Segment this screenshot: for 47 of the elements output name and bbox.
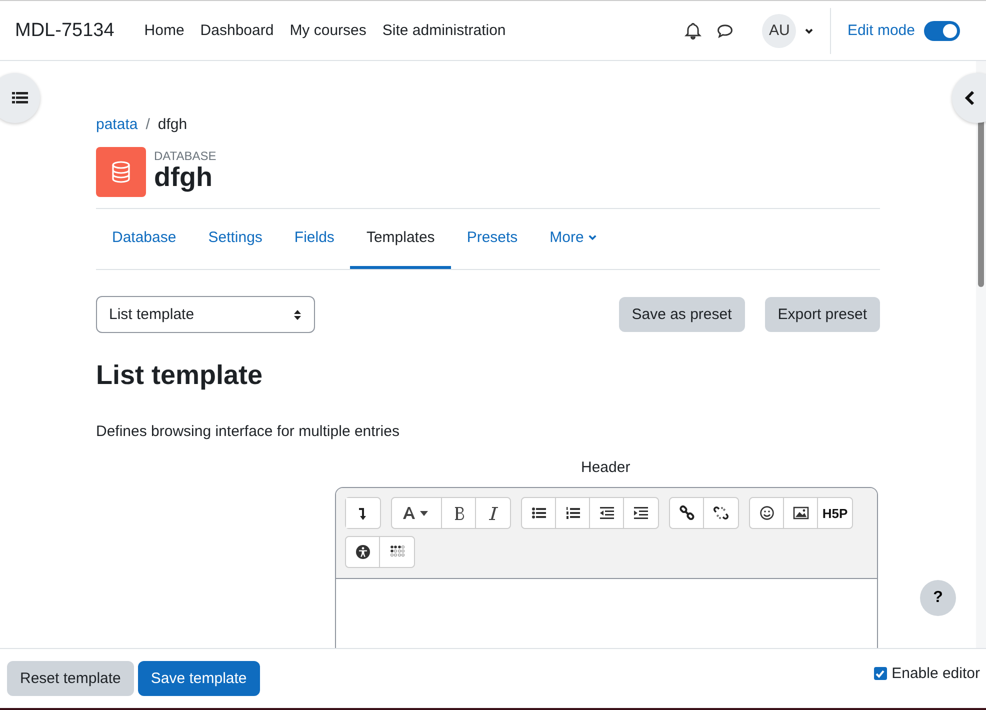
checkbox[interactable] [874, 667, 887, 680]
activity-type: DATABASE [154, 149, 216, 163]
link-icon [678, 505, 694, 521]
tab[interactable]: Database [96, 209, 192, 269]
sort-arrows-icon [293, 308, 302, 320]
tab[interactable]: Templates [350, 209, 451, 269]
notification-bell-icon[interactable] [684, 22, 702, 40]
template-button[interactable]: Save template [138, 661, 260, 696]
tab[interactable]: Presets [450, 209, 534, 269]
breadcrumb-separator: / [146, 116, 150, 133]
outdent-icon [598, 505, 614, 521]
tab[interactable]: Settings [192, 209, 278, 269]
accessibility-icon [354, 544, 370, 560]
numbered-list-icon [564, 505, 580, 521]
help-button[interactable]: ? [920, 580, 956, 616]
database-icon [96, 147, 146, 197]
tab[interactable]: Fields [278, 209, 350, 269]
description-text: Defines browsing interface for multiple entries [96, 423, 400, 440]
nav-link[interactable]: Dashboard [192, 14, 282, 47]
activity-title: dfgh [154, 163, 214, 193]
indent-icon [633, 505, 649, 521]
breadcrumb-current: dfgh [158, 116, 188, 133]
bullet-list-icon [530, 505, 546, 521]
smiley-icon [758, 505, 774, 521]
page-heading: List template [96, 360, 264, 391]
site-name[interactable]: MDL-75134 [15, 20, 114, 42]
nav-link[interactable]: My courses [282, 14, 374, 47]
preset-button[interactable]: Export preset [764, 297, 880, 332]
edit-mode-label: Edit mode [847, 22, 915, 39]
list-icon [12, 91, 28, 105]
breadcrumb-link[interactable]: patata [96, 116, 138, 133]
template-button[interactable]: Reset template [7, 661, 134, 696]
user-avatar[interactable]: AU [762, 14, 796, 48]
preset-button[interactable]: Save as preset [618, 297, 745, 332]
template-select[interactable]: List template [96, 296, 315, 333]
editor-label: Header [581, 459, 630, 476]
chat-bubble-icon[interactable] [716, 22, 734, 40]
chevron-left-icon [964, 90, 976, 106]
edit-mode-toggle[interactable] [924, 20, 960, 40]
image-icon [792, 505, 808, 521]
chevron-down-icon [588, 233, 597, 242]
nav-link[interactable]: Site administration [374, 14, 514, 47]
course-index-button[interactable] [0, 73, 40, 123]
nav-link[interactable]: Home [136, 14, 192, 47]
tab[interactable]: More [534, 209, 613, 269]
checkbox-label: Enable editor [892, 665, 980, 682]
unlink-icon [713, 505, 729, 521]
